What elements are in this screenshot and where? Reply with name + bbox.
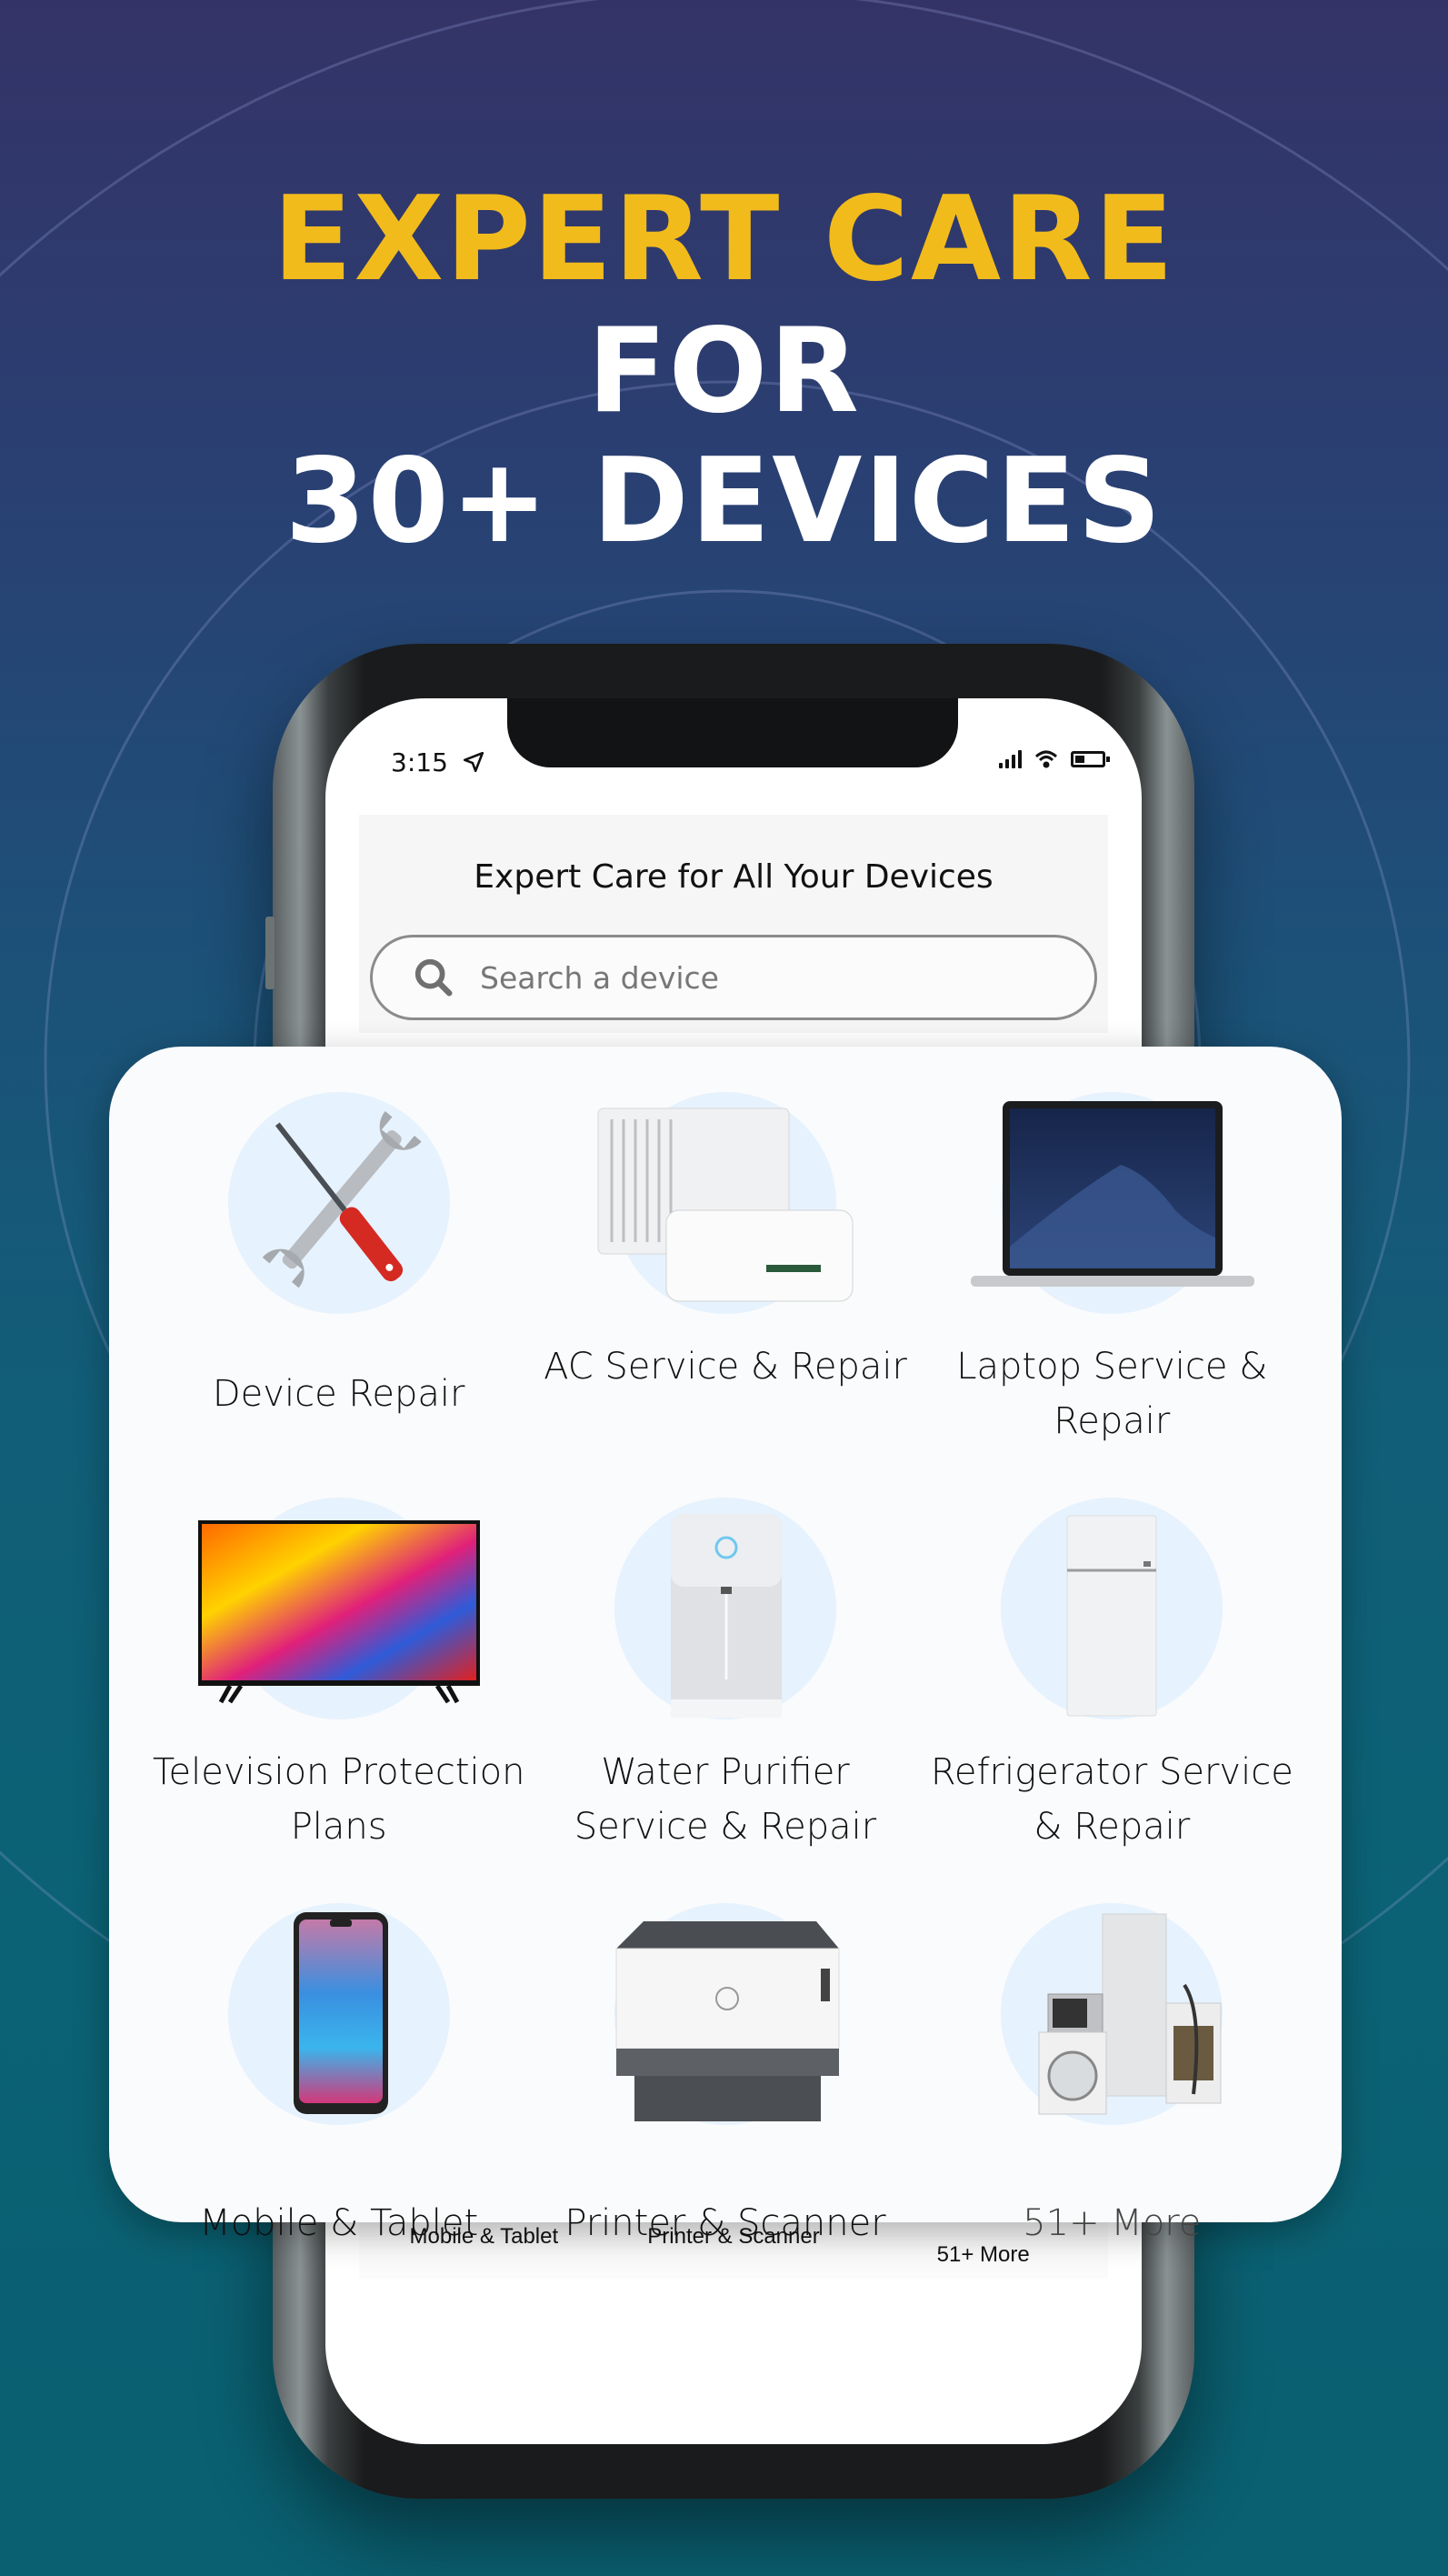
tools-icon — [262, 1111, 422, 1288]
category-printer-scanner[interactable]: Printer & Scanner — [532, 1903, 918, 2309]
category-label: Laptop Service & Repair — [956, 1346, 1268, 1442]
category-television[interactable]: Television Protection Plans — [145, 1498, 532, 1903]
category-mobile-tablet[interactable]: Mobile & Tablet — [145, 1903, 532, 2309]
category-device-repair[interactable]: Device Repair — [145, 1092, 532, 1498]
phone-side-button — [265, 917, 275, 989]
television-icon — [197, 1520, 480, 1704]
category-label: Refrigerator Service & Repair — [930, 1751, 1293, 1848]
phone-notch — [507, 698, 958, 767]
category-grid-card: Device Repair AC Service & Repair Laptop… — [109, 1047, 1342, 2244]
mobile-phone-icon — [293, 1912, 388, 2114]
app-header-panel: Expert Care for All Your Devices — [359, 815, 1108, 1033]
search-icon — [414, 958, 453, 997]
appliances-icon — [1038, 1913, 1222, 2115]
category-label: Printer & Scanner — [564, 2202, 886, 2244]
headline-line-2: FOR — [587, 304, 861, 439]
category-ac-service[interactable]: AC Service & Repair — [532, 1092, 918, 1498]
category-laptop-service[interactable]: Laptop Service & Repair — [919, 1092, 1305, 1498]
location-arrow-icon — [463, 751, 484, 773]
category-more[interactable]: 51+ More — [919, 1903, 1305, 2309]
cellular-signal-icon — [999, 750, 1022, 768]
air-conditioner-icon — [597, 1108, 854, 1302]
water-purifier-icon — [670, 1514, 782, 1718]
laptop-icon — [971, 1101, 1255, 1287]
headline-line-3: 30+ DEVICES — [285, 434, 1163, 569]
wifi-icon — [1034, 750, 1058, 768]
category-water-purifier[interactable]: Water Purifier Service & Repair — [532, 1498, 918, 1903]
refrigerator-icon — [1066, 1515, 1157, 1717]
category-label: 51+ More — [1023, 2202, 1202, 2244]
category-grid: Device Repair AC Service & Repair Laptop… — [145, 1092, 1305, 2309]
battery-level — [1075, 756, 1084, 763]
app-title: Expert Care for All Your Devices — [474, 858, 994, 896]
status-bar-icons — [999, 749, 1110, 769]
printer-icon — [615, 1921, 840, 2121]
category-label: AC Service & Repair — [544, 1346, 907, 1388]
category-label: Device Repair — [212, 1373, 465, 1415]
search-bar[interactable] — [370, 935, 1097, 1020]
category-refrigerator[interactable]: Refrigerator Service & Repair — [919, 1498, 1305, 1903]
time-text: 3:15 — [391, 747, 448, 777]
search-input[interactable] — [478, 958, 1027, 997]
status-bar-time: 3:15 — [391, 747, 485, 777]
category-label: Television Protection Plans — [152, 1751, 525, 1848]
headline-line-1: EXPERT CARE — [272, 172, 1176, 307]
category-label: Mobile & Tablet — [199, 2202, 479, 2244]
category-label: Water Purifier Service & Repair — [574, 1751, 877, 1848]
battery-icon — [1071, 751, 1110, 767]
